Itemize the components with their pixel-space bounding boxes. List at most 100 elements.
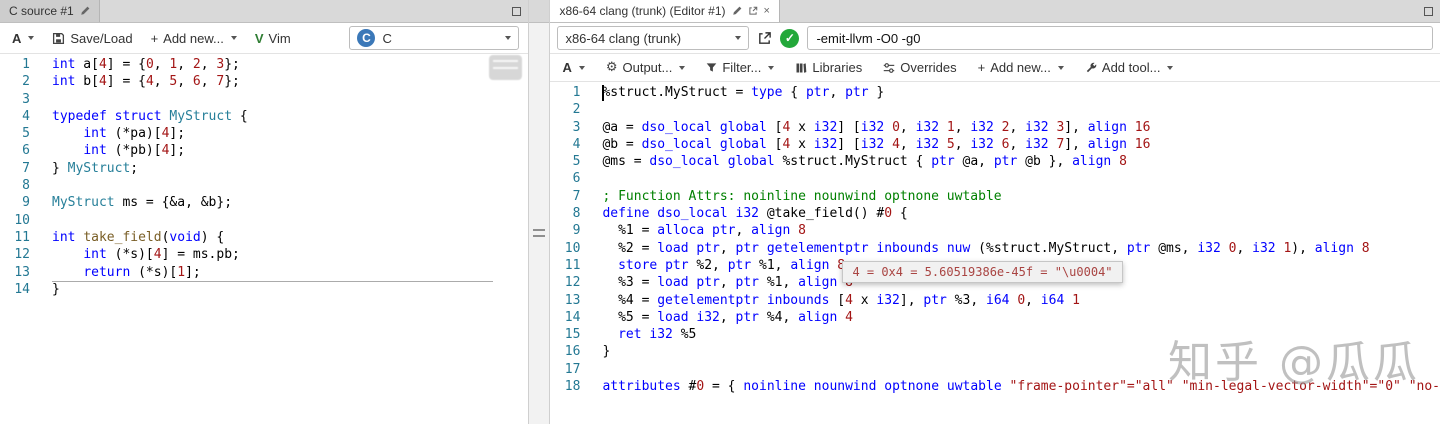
code-text: } <box>602 344 611 360</box>
add-new-label: Add new... <box>163 30 224 46</box>
code-line: 18 attributes #0 = { noinline nounwind op… <box>550 378 1440 395</box>
line-number: 5 <box>22 126 30 142</box>
output-button[interactable]: ⚙ Output... <box>601 57 691 78</box>
overrides-button[interactable]: Overrides <box>878 57 961 78</box>
compiler-toolbar-2: A ⚙ Output... Filter... Libraries Overri… <box>550 54 1440 82</box>
compile-status-ok-icon: ✓ <box>780 28 800 48</box>
save-load-button[interactable]: Save/Load <box>47 28 137 49</box>
splitter-header-strip <box>529 0 550 23</box>
code-line: 2 int b[4] = {4, 5, 6, 7}; <box>0 73 528 90</box>
line-number: 7 <box>572 188 581 204</box>
code-line: 13 return (*s)[1]; <box>0 264 528 281</box>
code-line: 1 %struct.MyStruct = type { ptr, ptr } <box>550 84 1440 101</box>
code-line: 4 typedef struct MyStruct { <box>0 108 528 125</box>
font-size-button[interactable]: A <box>7 28 39 49</box>
language-select[interactable]: C C <box>349 26 520 50</box>
splitter-drag-handle[interactable] <box>533 229 546 241</box>
code-text: return (*s)[1]; <box>83 264 201 280</box>
font-size-label: A <box>562 60 572 75</box>
vim-toggle-button[interactable]: V Vim <box>250 28 296 49</box>
line-number: 1 <box>22 57 30 72</box>
vim-icon: V <box>254 30 264 46</box>
code-line: 8 define dso_local i32 @take_field() #0 { <box>550 205 1440 222</box>
line-number: 14 <box>14 281 30 297</box>
chevron-down-icon <box>1057 65 1064 70</box>
line-number: 9 <box>22 195 30 211</box>
line-number: 6 <box>22 143 30 159</box>
code-text: %1 = alloca ptr, align 8 <box>602 223 806 239</box>
close-icon[interactable]: × <box>764 5 770 17</box>
edit-title-icon[interactable] <box>80 6 90 16</box>
line-number: 10 <box>14 212 30 228</box>
code-text: define dso_local i32 @take_field() #0 { <box>602 206 908 222</box>
pane-splitter[interactable] <box>528 0 551 424</box>
filter-button[interactable]: Filter... <box>701 57 779 78</box>
add-new-button[interactable]: + Add new... <box>973 57 1069 78</box>
tab-c-source[interactable]: C source #1 <box>0 0 100 22</box>
line-number: 15 <box>564 327 581 343</box>
value-hover-tooltip: 4 = 0x4 = 5.60519386e-45f = "\u0004" <box>842 261 1123 283</box>
compiler-options-input[interactable] <box>807 26 1433 50</box>
chevron-down-icon <box>735 36 742 40</box>
plus-icon: + <box>977 60 986 75</box>
code-text: } MyStruct; <box>52 160 139 176</box>
source-tabbar: C source #1 <box>0 0 529 23</box>
c-language-icon: C <box>357 29 376 47</box>
code-text: int take_field(void) { <box>52 229 225 245</box>
code-line: 14 %5 = load i32, ptr %4, align 4 <box>550 309 1440 326</box>
add-tool-button[interactable]: Add tool... <box>1080 57 1179 78</box>
output-label: Output... <box>622 60 673 75</box>
code-line: 10 <box>0 212 528 229</box>
source-pane: C source #1 A Save/Load + Add new... V V… <box>0 0 529 424</box>
code-text: @a = dso_local global [4 x i32] [i32 0, … <box>602 119 1151 135</box>
code-line: 11 int take_field(void) { <box>0 229 528 246</box>
chevron-down-icon <box>768 65 775 70</box>
add-new-button[interactable]: + Add new... <box>146 28 242 49</box>
libraries-button[interactable]: Libraries <box>790 57 867 78</box>
text-cursor <box>602 85 604 101</box>
line-number: 2 <box>22 74 30 90</box>
code-text: int (*pb)[4]; <box>83 143 186 159</box>
maximize-icon[interactable] <box>1424 6 1433 16</box>
edit-title-icon[interactable] <box>732 6 742 16</box>
vim-label: Vim <box>268 30 291 46</box>
code-text: ; Function Attrs: noinline nounwind optn… <box>602 188 1002 204</box>
code-line: 4 @b = dso_local global [4 x i32] [i32 4,… <box>550 136 1440 153</box>
code-line: 8 <box>0 177 528 194</box>
line-number: 8 <box>22 178 30 194</box>
source-editor[interactable]: 1 int a[4] = {0, 1, 2, 3}; 2 int b[4] = {4,… <box>0 54 529 424</box>
book-icon <box>795 62 807 74</box>
compiler-select[interactable]: x86-64 clang (trunk) <box>557 26 750 50</box>
font-size-button[interactable]: A <box>557 57 589 78</box>
open-compiler-website-icon[interactable] <box>757 31 772 46</box>
line-number: 1 <box>572 85 581 100</box>
code-text: attributes #0 = { noinline nounwind optn… <box>602 379 1440 395</box>
compiler-output-editor[interactable]: 1 %struct.MyStruct = type { ptr, ptr } 2 3 @… <box>550 82 1440 424</box>
overrides-label: Overrides <box>900 60 957 75</box>
add-tool-label: Add tool... <box>1101 60 1161 75</box>
line-number: 13 <box>14 264 30 280</box>
code-line: 7 ; Function Attrs: noinline nounwind opt… <box>550 188 1440 205</box>
code-line: 14} <box>0 281 528 298</box>
chevron-down-icon <box>230 36 237 40</box>
line-number: 5 <box>572 154 581 170</box>
font-size-label: A <box>12 30 22 46</box>
chevron-down-icon <box>679 65 686 70</box>
line-number: 16 <box>564 344 581 360</box>
wrench-icon <box>1085 62 1097 74</box>
code-text: %3 = load ptr, ptr %1, align 8 <box>602 275 853 291</box>
popout-icon[interactable] <box>748 6 758 16</box>
code-text: @ms = dso_local global %struct.MyStruct … <box>602 154 1127 170</box>
code-line: 9 MyStruct ms = {&a, &b}; <box>0 194 528 211</box>
code-text: %4 = getelementptr inbounds [4 x i32], p… <box>602 292 1080 308</box>
line-number: 4 <box>572 136 581 152</box>
code-line: 15 ret i32 %5 <box>550 326 1440 343</box>
tab-compiler-output[interactable]: x86-64 clang (trunk) (Editor #1) × <box>550 0 780 22</box>
current-line-border <box>52 281 493 282</box>
line-number: 2 <box>572 102 581 118</box>
code-text: int (*pa)[4]; <box>83 126 186 142</box>
code-line: 2 <box>550 101 1440 118</box>
line-number: 13 <box>564 292 581 308</box>
maximize-icon[interactable] <box>512 6 522 16</box>
code-text: %2 = load ptr, ptr getelementptr inbound… <box>602 240 1370 256</box>
